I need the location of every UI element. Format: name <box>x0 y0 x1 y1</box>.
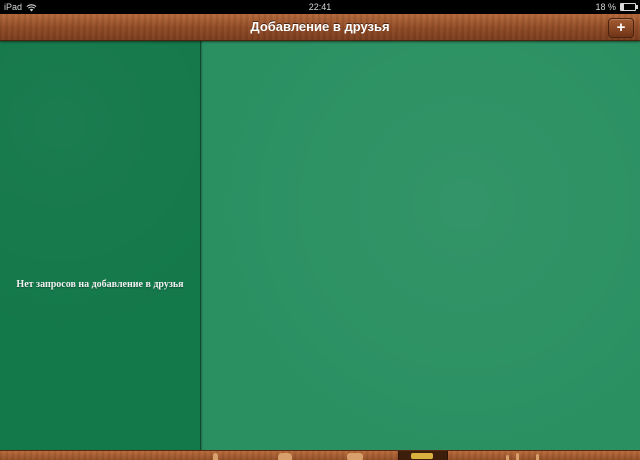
detail-pane <box>201 41 640 450</box>
tab-friends[interactable] <box>266 451 306 460</box>
battery-icon <box>620 3 638 11</box>
hands-icon <box>278 453 292 460</box>
add-friend-button[interactable]: + <box>608 18 634 38</box>
tab-profile[interactable] <box>196 451 236 460</box>
game-board-icon <box>411 453 433 459</box>
empty-requests-message: Нет запросов на добавление в друзья <box>16 279 184 290</box>
tab-bar <box>0 450 640 460</box>
tab-games[interactable] <box>336 451 376 460</box>
friend-requests-pane: Нет запросов на добавление в друзья <box>0 41 201 450</box>
leaderboard-bar-icon <box>536 454 539 460</box>
navigation-bar: Добавление в друзья + <box>0 14 640 41</box>
leaderboard-icon <box>506 455 509 460</box>
page-title: Добавление в друзья <box>250 19 390 34</box>
status-bar: iPad 22:41 18 % <box>0 0 640 14</box>
person-icon <box>213 453 218 460</box>
status-right: 18 % <box>595 0 638 14</box>
tab-board[interactable] <box>398 451 448 460</box>
battery-percent: 18 % <box>595 2 616 12</box>
status-time: 22:41 <box>308 2 332 12</box>
leaderboard-bar-icon <box>516 453 519 460</box>
tab-leaderboard[interactable] <box>496 451 556 460</box>
dice-icon <box>347 453 363 460</box>
battery-level <box>621 4 624 10</box>
app-screen: iPad 22:41 18 % Добавление в друзья + Не… <box>0 0 640 460</box>
pane-divider <box>201 41 203 450</box>
